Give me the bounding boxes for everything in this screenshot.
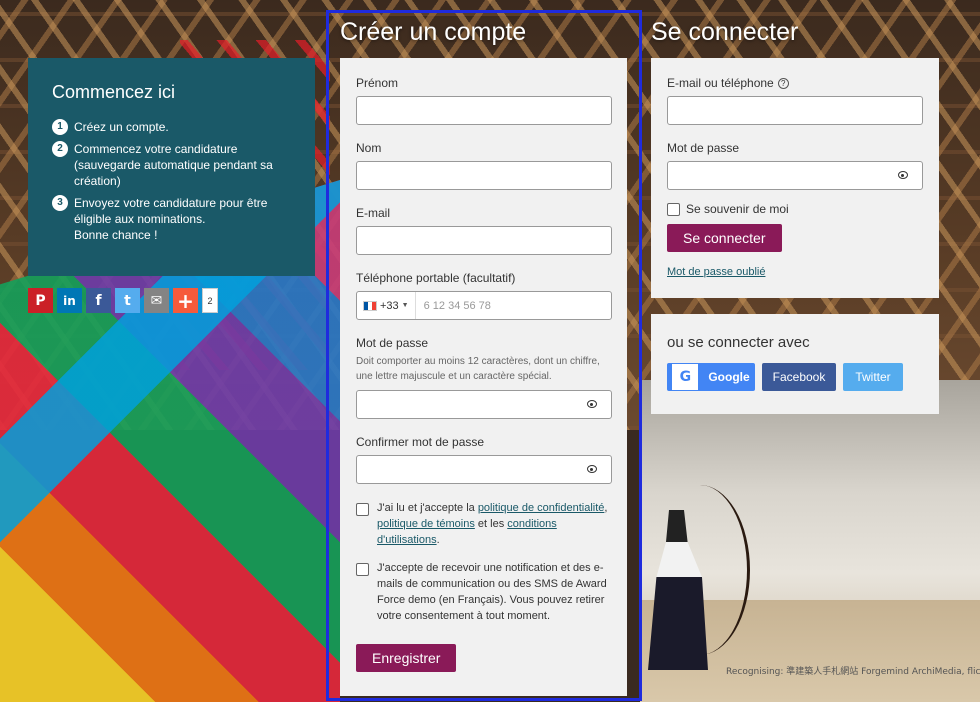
consent-separator: ,: [604, 502, 608, 514]
login-identifier-field-group: E-mail ou téléphone?: [667, 76, 923, 125]
help-icon[interactable]: ?: [777, 78, 789, 90]
phone-input[interactable]: +33 ▼ 6 12 34 56 78: [356, 291, 612, 320]
login-identifier-input[interactable]: [667, 96, 923, 125]
twitter-login-button[interactable]: Twitter: [843, 363, 903, 391]
share-count: 2: [202, 288, 218, 313]
login-button[interactable]: Se connecter: [667, 224, 782, 252]
social-login-title: ou se connecter avec: [667, 334, 810, 351]
forgot-password-link[interactable]: Mot de passe oublié: [667, 266, 923, 278]
step-item: 2 Commencez votre candidature (sauvegard…: [52, 141, 291, 189]
remember-me-label: Se souvenir de moi: [686, 202, 789, 216]
consent-end: .: [436, 534, 440, 546]
first-name-field-group: Prénom: [356, 76, 612, 125]
register-button[interactable]: Enregistrer: [356, 644, 457, 672]
more-share-icon[interactable]: +: [173, 288, 198, 313]
phone-placeholder: 6 12 34 56 78: [423, 299, 491, 312]
confirm-password-input[interactable]: [356, 455, 612, 484]
password-label: Mot de passe: [356, 336, 429, 350]
facebook-share-icon[interactable]: f: [86, 288, 111, 313]
linkedin-share-icon[interactable]: in: [57, 288, 82, 313]
email-label: E-mail: [356, 206, 391, 220]
confirm-password-label: Confirmer mot de passe: [356, 435, 485, 449]
notification-consent-checkbox[interactable]: [356, 563, 369, 576]
share-bar: P in f t ✉ + 2: [28, 288, 218, 313]
consent-and: et les: [474, 518, 508, 530]
phone-label: Téléphone portable (facultatif): [356, 271, 516, 285]
start-steps: 1 Créez un compte. 2 Commencez votre can…: [52, 119, 291, 243]
login-password-label: Mot de passe: [667, 141, 740, 155]
phone-field-group: Téléphone portable (facultatif) +33 ▼ 6 …: [356, 271, 612, 320]
pinterest-share-icon[interactable]: P: [28, 288, 53, 313]
consent-text-start: J'ai lu et j'accepte la: [377, 502, 478, 514]
france-flag-icon: [363, 300, 377, 311]
privacy-consent-text: J'ai lu et j'accepte la politique de con…: [377, 500, 611, 548]
step-text: Envoyez votre candidature pour être élig…: [74, 195, 291, 243]
step-text: Créez un compte.: [74, 120, 169, 134]
step-number: 3: [52, 195, 68, 211]
country-code-select[interactable]: +33 ▼: [357, 292, 416, 319]
google-login-button[interactable]: G Google: [667, 363, 755, 391]
login-identifier-label-text: E-mail ou téléphone: [667, 76, 774, 90]
login-password-input[interactable]: [667, 161, 923, 190]
first-name-label: Prénom: [356, 76, 399, 90]
register-form: Prénom Nom E-mail Téléphone portable (fa…: [340, 58, 627, 696]
step-text-wish: Bonne chance !: [74, 228, 158, 242]
google-login-label: Google: [708, 370, 750, 384]
privacy-consent-checkbox[interactable]: [356, 503, 369, 516]
login-password-field-group: Mot de passe: [667, 141, 923, 190]
twitter-share-icon[interactable]: t: [115, 288, 140, 313]
first-name-input[interactable]: [356, 96, 612, 125]
show-confirm-password-icon[interactable]: [587, 465, 597, 473]
start-here-card: Commencez ici 1 Créez un compte. 2 Comme…: [28, 58, 315, 276]
email-input[interactable]: [356, 226, 612, 255]
notification-consent-row: J'accepte de recevoir une notification e…: [356, 560, 611, 624]
last-name-label: Nom: [356, 141, 382, 155]
step-item: 1 Créez un compte.: [52, 119, 291, 135]
login-title: Se connecter: [651, 18, 799, 46]
show-login-password-icon[interactable]: [898, 171, 908, 179]
step-text: Commencez votre candidature (sauvegarde …: [74, 142, 273, 188]
remember-me-checkbox[interactable]: [667, 202, 680, 216]
email-field-group: E-mail: [356, 206, 612, 255]
show-password-icon[interactable]: [587, 400, 597, 408]
step-text-main: Envoyez votre candidature pour être élig…: [74, 196, 268, 226]
notification-consent-text: J'accepte de recevoir une notification e…: [377, 562, 607, 622]
social-login-buttons: G Google Facebook Twitter: [667, 363, 923, 391]
confirm-password-field-group: Confirmer mot de passe: [356, 435, 612, 484]
step-number: 1: [52, 119, 68, 135]
password-field-group: Mot de passe Doit comporter au moins 12 …: [356, 336, 612, 419]
last-name-field-group: Nom: [356, 141, 612, 190]
google-icon: G: [672, 364, 699, 390]
login-identifier-label: E-mail ou téléphone?: [667, 76, 923, 90]
cookie-policy-link[interactable]: politique de témoins: [377, 518, 475, 530]
last-name-input[interactable]: [356, 161, 612, 190]
start-title: Commencez ici: [52, 82, 176, 102]
password-hint: Doit comporter au moins 12 caractères, d…: [356, 356, 600, 382]
privacy-policy-link[interactable]: politique de confidentialité: [478, 502, 605, 514]
password-input[interactable]: [356, 390, 612, 419]
facebook-login-button[interactable]: Facebook: [762, 363, 836, 391]
step-item: 3 Envoyez votre candidature pour être él…: [52, 195, 291, 243]
country-code: +33: [380, 299, 399, 312]
login-form: E-mail ou téléphone? Mot de passe Se sou…: [651, 58, 939, 298]
photo-credit: Recognising: 準建築人手札網站 Forgemind ArchiMed…: [726, 667, 980, 677]
privacy-consent-row: J'ai lu et j'accepte la politique de con…: [356, 500, 611, 548]
remember-me-row: Se souvenir de moi: [667, 202, 923, 216]
chevron-down-icon: ▼: [401, 302, 409, 309]
step-number: 2: [52, 141, 68, 157]
social-login-panel: ou se connecter avec G Google Facebook T…: [651, 314, 939, 414]
email-share-icon[interactable]: ✉: [144, 288, 169, 313]
